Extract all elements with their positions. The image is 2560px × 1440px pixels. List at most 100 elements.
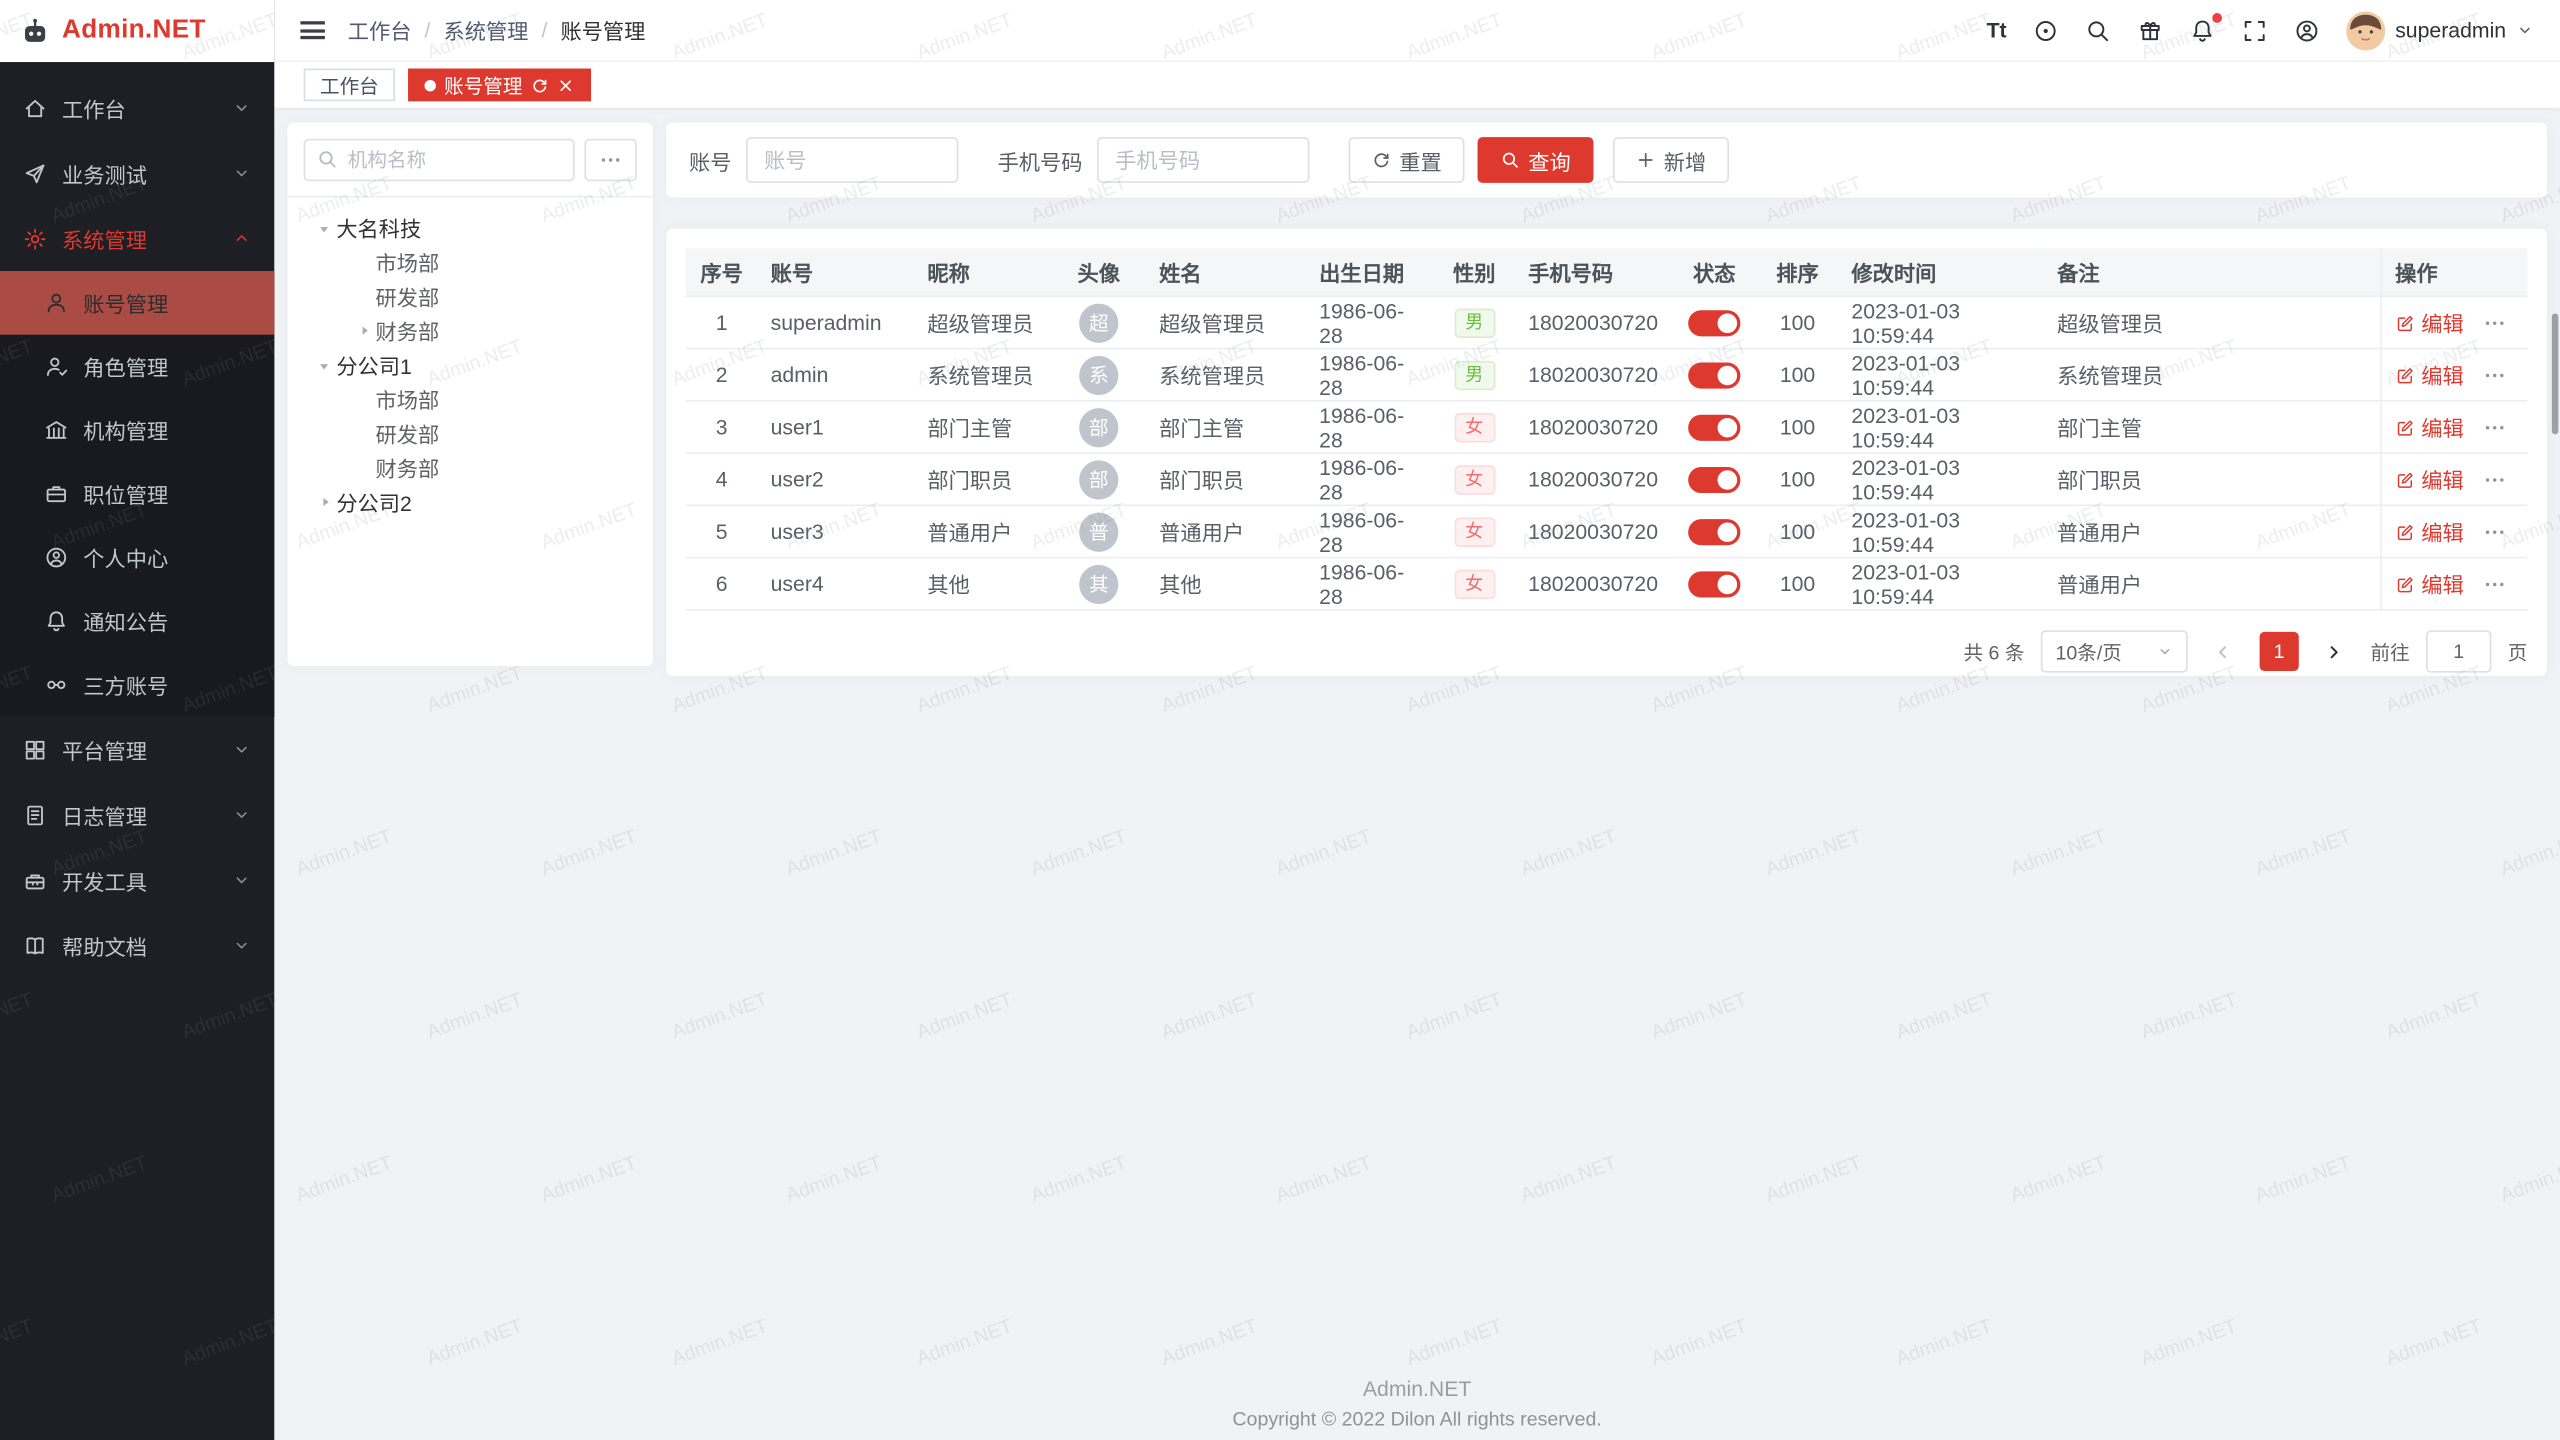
avatar: 部 [1079, 407, 1118, 446]
breadcrumb-item[interactable]: 工作台 [348, 15, 412, 46]
column-header-action[interactable]: 操作 [2380, 248, 2527, 297]
phone-filter-input[interactable] [1097, 137, 1309, 183]
column-header-gender[interactable]: 性别 [1433, 248, 1515, 297]
scrollbar-thumb[interactable] [2552, 313, 2559, 434]
column-header-avatar[interactable]: 头像 [1051, 248, 1146, 297]
tree-node[interactable]: 财务部 [304, 451, 637, 485]
status-toggle[interactable] [1688, 414, 1740, 440]
add-button[interactable]: 新增 [1613, 137, 1729, 183]
caret-down-icon[interactable] [313, 353, 336, 376]
more-actions-button[interactable] [2483, 416, 2506, 439]
caret-down-icon[interactable] [313, 216, 336, 239]
profile-icon[interactable] [2294, 17, 2320, 43]
column-header-phone[interactable]: 手机号码 [1515, 248, 1672, 297]
goto-page-input[interactable] [2426, 630, 2491, 672]
edit-button[interactable]: 编辑 [2395, 568, 2464, 599]
sidebar-item-link[interactable]: 三方账号 [0, 653, 274, 717]
sidebar-item-home[interactable]: 工作台 [0, 75, 274, 140]
fullscreen-icon[interactable] [2242, 17, 2268, 43]
close-icon[interactable] [557, 76, 575, 94]
sidebar-item-org[interactable]: 机构管理 [0, 398, 274, 462]
menu-toggle-icon[interactable] [300, 21, 324, 39]
breadcrumb-item[interactable]: 系统管理 [443, 15, 528, 46]
page-1-button[interactable]: 1 [2260, 632, 2299, 671]
status-toggle[interactable] [1688, 466, 1740, 492]
table-cell-name: 普通用户 [1146, 506, 1306, 558]
column-header-index[interactable]: 序号 [686, 248, 758, 297]
table-row: 4user2部门职员部部门职员1986-06-28女18020030720100… [686, 454, 2528, 506]
sidebar-item-briefcase[interactable]: 职位管理 [0, 462, 274, 526]
sidebar-item-tools[interactable]: 开发工具 [0, 847, 274, 912]
footer-copyright: Copyright © 2022 Dilon All rights reserv… [274, 1407, 2560, 1430]
tree-node[interactable]: 财务部 [304, 313, 637, 347]
sidebar-item-book[interactable]: 帮助文档 [0, 913, 274, 978]
column-header-account[interactable]: 账号 [758, 248, 915, 297]
column-header-nickname[interactable]: 昵称 [914, 248, 1051, 297]
sidebar-item-role[interactable]: 角色管理 [0, 335, 274, 399]
main-content: 大名科技 市场部 研发部 财务部 分公司1 市场部 研发部 财务部 分公司2 账… [274, 108, 2560, 1440]
edit-button[interactable]: 编辑 [2395, 411, 2464, 442]
link-icon [44, 673, 68, 697]
search-icon[interactable] [2085, 17, 2111, 43]
sidebar-item-plane[interactable]: 业务测试 [0, 140, 274, 205]
next-page-button[interactable] [2315, 632, 2354, 671]
column-header-status[interactable]: 状态 [1672, 248, 1757, 297]
gift-icon[interactable] [2137, 17, 2163, 43]
more-actions-button[interactable] [2483, 468, 2506, 491]
cell-nickname: 系统管理员 [927, 359, 1033, 390]
caret-right-icon[interactable] [313, 491, 336, 514]
sidebar-item-profile[interactable]: 个人中心 [0, 526, 274, 590]
sidebar-item-user[interactable]: 账号管理 [0, 271, 274, 335]
more-actions-button[interactable] [2483, 363, 2506, 386]
status-toggle[interactable] [1688, 518, 1740, 544]
org-search-input[interactable] [304, 139, 575, 181]
edit-button[interactable]: 编辑 [2395, 516, 2464, 547]
table-cell-sort: 100 [1757, 349, 1839, 401]
prev-page-button[interactable] [2204, 632, 2243, 671]
more-actions-button[interactable] [2483, 520, 2506, 543]
refresh-icon[interactable] [531, 76, 549, 94]
tab-workbench[interactable]: 工作台 [304, 69, 395, 102]
text-size-icon[interactable]: Tt [1987, 18, 2007, 42]
edit-button[interactable]: 编辑 [2395, 359, 2464, 390]
edit-button[interactable]: 编辑 [2395, 464, 2464, 495]
tree-node[interactable]: 研发部 [304, 416, 637, 450]
sidebar-item-grid[interactable]: 平台管理 [0, 717, 274, 782]
status-toggle[interactable] [1688, 362, 1740, 388]
column-header-birth[interactable]: 出生日期 [1306, 248, 1433, 297]
tree-node[interactable]: 市场部 [304, 245, 637, 279]
column-header-sort[interactable]: 排序 [1757, 248, 1839, 297]
tree-node[interactable]: 分公司1 [304, 348, 637, 382]
tree-node[interactable]: 研发部 [304, 279, 637, 313]
sidebar-item-gear[interactable]: 系统管理 [0, 206, 274, 271]
sidebar-item-bell[interactable]: 通知公告 [0, 589, 274, 653]
search-icon [317, 149, 338, 170]
column-header-modified[interactable]: 修改时间 [1838, 248, 2044, 297]
column-header-remark[interactable]: 备注 [2044, 248, 2380, 297]
tree-node[interactable]: 大名科技 [304, 211, 637, 245]
table-row: 2admin系统管理员系系统管理员1986-06-28男180200307201… [686, 349, 2528, 401]
org-more-button[interactable] [584, 139, 636, 181]
tree-node[interactable]: 市场部 [304, 382, 637, 416]
account-filter-input[interactable] [746, 137, 958, 183]
user-menu[interactable]: superadmin [2346, 11, 2534, 50]
status-toggle[interactable] [1688, 309, 1740, 335]
query-button[interactable]: 查询 [1478, 137, 1594, 183]
tree-node[interactable]: 分公司2 [304, 485, 637, 519]
column-header-name[interactable]: 姓名 [1146, 248, 1306, 297]
tools-icon [23, 868, 47, 892]
caret-right-icon[interactable] [353, 319, 376, 342]
briefcase-icon [44, 482, 68, 506]
logo[interactable]: Admin.NET [0, 0, 274, 62]
sidebar-item-log[interactable]: 日志管理 [0, 782, 274, 847]
more-actions-button[interactable] [2483, 572, 2506, 595]
tab-account-management[interactable]: 账号管理 [408, 69, 591, 102]
reset-button[interactable]: 重置 [1349, 137, 1465, 183]
target-icon[interactable] [2033, 17, 2059, 43]
more-actions-button[interactable] [2483, 311, 2506, 334]
edit-button[interactable]: 编辑 [2395, 307, 2464, 338]
bell-icon[interactable] [2189, 17, 2215, 43]
status-toggle[interactable] [1688, 571, 1740, 597]
page-size-select[interactable]: 10条/页 [2041, 630, 2188, 672]
divider [287, 196, 653, 198]
